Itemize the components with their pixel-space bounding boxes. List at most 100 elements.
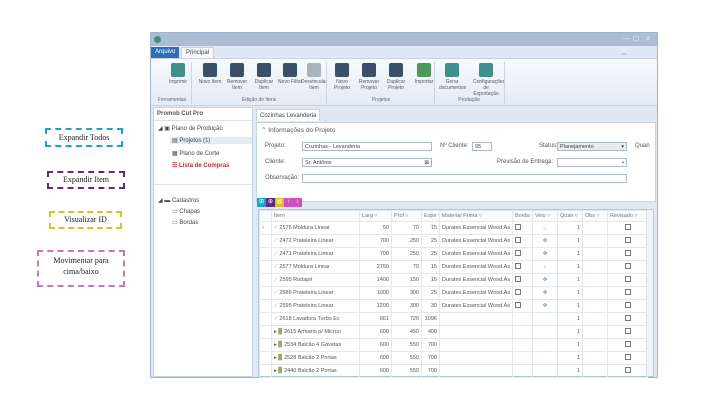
table-row[interactable]: ⟋ 2595 Rodapé 1400 150 15 Duratex Essenc… (259, 273, 648, 287)
tree-projetos[interactable]: ▤ Projetos (1) (170, 137, 252, 144)
material-cell (439, 351, 513, 365)
column-header[interactable]: Espe ▿ (421, 210, 440, 222)
borda-cell (512, 325, 533, 339)
revisado-checkbox[interactable] (624, 276, 631, 282)
filter-icon[interactable]: ▿ (575, 213, 578, 219)
column-header[interactable]: Prof ▿ (391, 210, 422, 222)
cliente-input[interactable]: Sr. Antônio ⊠ (302, 158, 432, 167)
tree-chapas[interactable]: ▭ Chapas (172, 208, 200, 215)
ribbon-button-0[interactable]: Imprimir (165, 63, 191, 85)
status-select[interactable]: Planejamento ▾ (557, 142, 627, 151)
filter-icon[interactable]: ▿ (634, 213, 637, 219)
filter-icon[interactable]: ▿ (597, 213, 600, 219)
previsao-input[interactable]: ▪ (557, 158, 627, 167)
obs-input[interactable] (302, 174, 627, 183)
material-cell (439, 364, 513, 378)
item-cell: ▸ ▉ 2534 Balcão 4 Gavetas (271, 338, 360, 352)
ribbon-button-3[interactable]: Duplicar Item (251, 63, 277, 91)
borda-cell (512, 364, 533, 378)
column-header[interactable]: Veio ▿ (532, 210, 558, 222)
ribbon-button-7[interactable]: Remover Projeto (356, 63, 382, 91)
ribbon-button-5[interactable]: Desvincular Item (301, 63, 327, 91)
filter-icon[interactable]: ▿ (375, 213, 378, 219)
minimize-button[interactable]: — (623, 35, 630, 42)
revisado-checkbox[interactable] (624, 224, 631, 230)
calendar-icon[interactable]: ▪ (622, 160, 624, 166)
collapse-ribbon-icon[interactable]: ︿ (621, 48, 627, 57)
tab-arquivo[interactable]: Arquivo (151, 47, 180, 58)
table-row[interactable]: ⟋ 2595 Prateleira Linear 1200 300 30 Dur… (259, 299, 648, 313)
revisado-checkbox[interactable] (624, 367, 631, 373)
revisado-checkbox[interactable] (624, 263, 631, 269)
previsao-label: Previsão de Entrega: (497, 159, 554, 165)
projeto-label: Projeto: (265, 143, 286, 149)
borda-cell (512, 312, 533, 326)
column-header[interactable]: Revisado ▿ (607, 210, 648, 222)
quan-cell: 1 (557, 286, 583, 300)
table-row[interactable]: ⟋ 2471 Prateleira Linear 700 250 25 Dura… (259, 247, 648, 261)
ncliente-input[interactable]: 95 (472, 142, 492, 151)
ribbon-button-6[interactable]: Novo Projeto (329, 63, 355, 91)
ribbon-button-8[interactable]: Duplicar Projeto (383, 63, 409, 91)
close-button[interactable]: ✕ (645, 35, 651, 43)
tab-cozinhas[interactable]: Cozinhas (260, 113, 285, 119)
revisado-checkbox[interactable] (624, 315, 631, 321)
tree-bordas[interactable]: ▭ Bordas (172, 219, 198, 226)
column-header[interactable]: Borda ▿ (512, 210, 533, 222)
ribbon-button-2[interactable]: Remover Item (224, 63, 250, 91)
tree-lista-compras[interactable]: ☰ Lista de Compras (172, 162, 229, 169)
clear-icon[interactable]: ⊠ (424, 160, 429, 166)
projeto-input[interactable]: Cozinhas - Levanderia (302, 142, 432, 151)
move-up-button[interactable]: ↑ (284, 198, 293, 207)
ribbon-button-11[interactable]: Configurações de Exportação (473, 63, 505, 97)
table-row[interactable]: ⟋ 2472 Prateleira Linear 700 250 25 Dura… (259, 234, 648, 248)
maximize-button[interactable]: ☐ (633, 35, 639, 43)
ribbon-button-label: Duplicar Projeto (386, 79, 406, 91)
grid-scrollbar[interactable] (646, 210, 653, 376)
column-header[interactable]: Obs ▿ (582, 210, 608, 222)
ribbon-button-10[interactable]: Gerar documentos (439, 63, 466, 91)
ribbon-button-1[interactable]: Novo Item (197, 63, 223, 85)
info-header[interactable]: ⌃ Informações do Projeto (261, 126, 335, 134)
expand-all-button[interactable]: ⊞ (257, 198, 266, 207)
revisado-cell (607, 234, 648, 248)
item-cell: ▸ ▉ 2528 Balcão 2 Portas (271, 351, 360, 365)
table-row[interactable]: ▸ ▉ 2534 Balcão 4 Gavetas 600 550 700 1 (259, 338, 648, 352)
item-icon: ▉ (278, 368, 283, 374)
revisado-checkbox[interactable] (624, 289, 631, 295)
table-row[interactable]: › ⟋ 2576 Moldura Linear 50 70 15 Duratex… (259, 221, 648, 235)
table-row[interactable]: ▸ ▉ 2528 Balcão 2 Portas 600 550 700 1 (259, 351, 648, 365)
view-id-button[interactable]: ▤ (275, 198, 284, 207)
revisado-cell (607, 286, 648, 300)
move-down-button[interactable]: ↓ (293, 198, 302, 207)
table-row[interactable]: ▸ ▉ 2615 Armario p/ Microo 600 450 400 1 (259, 325, 648, 339)
tab-principal[interactable]: Principal (181, 47, 215, 58)
revisado-checkbox[interactable] (624, 302, 631, 308)
table-row[interactable]: ⟋ 2586 Prateleira Linear 1000 300 25 Dur… (259, 286, 648, 300)
tree-cadastros[interactable]: ◢ ▬ Cadastros (158, 197, 199, 204)
filter-icon[interactable]: ▿ (547, 213, 550, 219)
tree-plano-corte[interactable]: ▦ Plano de Corte (172, 150, 219, 157)
revisado-checkbox[interactable] (624, 237, 631, 243)
table-row[interactable]: ▸ ▉ 2440 Balcão 2 Portas 600 550 700 1 (259, 364, 648, 378)
unlink-icon (307, 63, 321, 77)
table-row[interactable]: ⟋ 2577 Moldura Linear 2750 70 15 Duratex… (259, 260, 648, 274)
filter-icon[interactable]: ▿ (479, 213, 482, 219)
tree-plano-producao[interactable]: ◢ ▣ Plano de Produção (158, 125, 223, 132)
revisado-checkbox[interactable] (624, 341, 631, 347)
status-label: Status: (539, 143, 558, 149)
column-header[interactable]: Quan ▿ (557, 210, 583, 222)
column-header[interactable]: Larg ▿ (359, 210, 392, 222)
ribbon-button-4[interactable]: Novo Filho (277, 63, 303, 85)
expand-item-button[interactable]: ⊕ (266, 198, 275, 207)
row-indicator (259, 351, 272, 365)
column-header[interactable]: Item (271, 210, 360, 222)
column-header[interactable]: Material Prima ▿ (439, 210, 513, 222)
revisado-checkbox[interactable] (624, 250, 631, 256)
revisado-checkbox[interactable] (624, 328, 631, 334)
filter-icon[interactable]: ▿ (406, 213, 409, 219)
table-row[interactable]: ⟋ 2618 Lavadora Turbo Ec 661 720 1096 1 (259, 312, 648, 326)
revisado-checkbox[interactable] (624, 354, 631, 360)
ribbon-button-label: Novo Projeto (334, 79, 350, 91)
tab-levanderia[interactable]: Levanderia (287, 113, 317, 119)
